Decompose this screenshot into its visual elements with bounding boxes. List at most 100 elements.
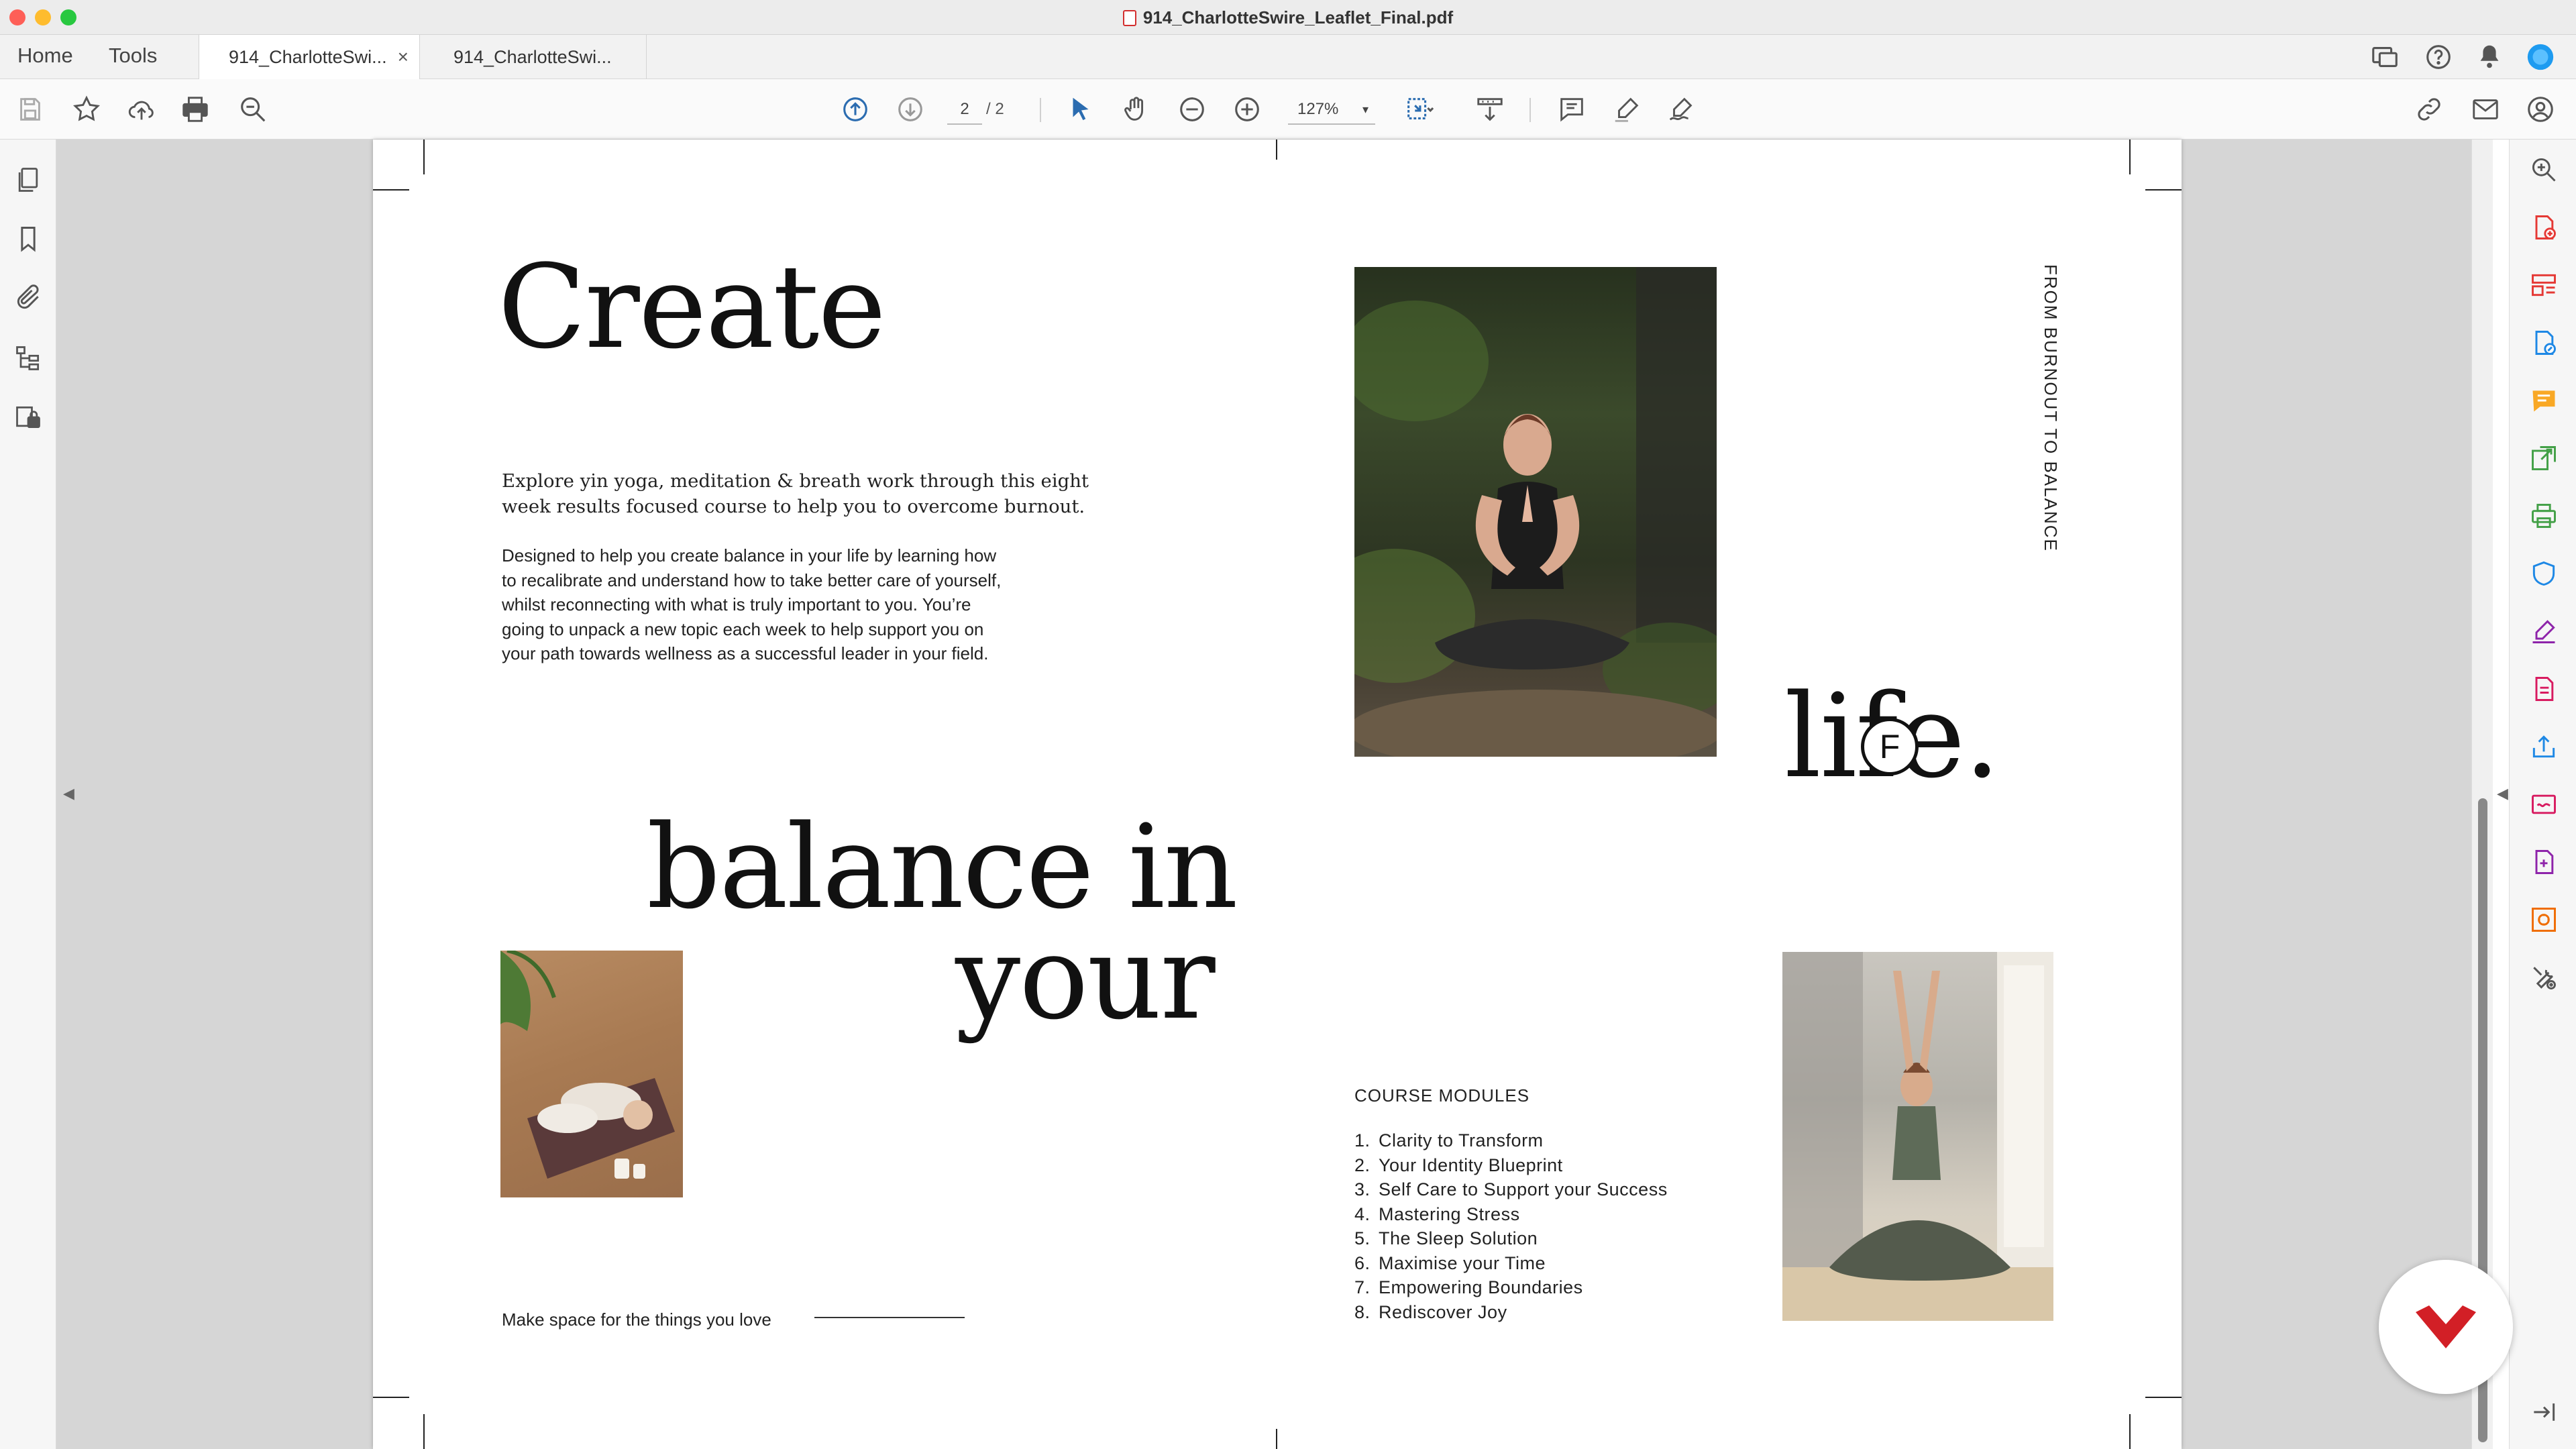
user-share-icon[interactable]	[2524, 93, 2557, 126]
body-line: your path towards wellness as a successf…	[502, 643, 989, 663]
crop-mark	[2145, 1397, 2182, 1398]
document-tab-label: 914_CharlotteSwi...	[229, 47, 387, 67]
security-lock-icon[interactable]	[12, 401, 44, 433]
fill-sign-icon[interactable]	[2527, 614, 2561, 648]
expand-panel-icon[interactable]	[2527, 1395, 2561, 1429]
notifications-bell-icon[interactable]	[2473, 40, 2506, 74]
crop-mark	[423, 1414, 425, 1449]
bookmarks-icon[interactable]	[12, 223, 44, 255]
search-zoom-icon[interactable]	[236, 93, 270, 126]
help-icon[interactable]	[2422, 40, 2455, 74]
window-title: 914_CharlotteSwire_Leaflet_Final.pdf	[0, 0, 2576, 35]
print-icon[interactable]	[178, 93, 212, 126]
collapse-left-panel-icon[interactable]: ◀	[63, 785, 74, 802]
scroll-mode-icon[interactable]	[1473, 93, 1507, 126]
floating-logo-button[interactable]	[2379, 1260, 2513, 1394]
print-production-icon[interactable]	[2527, 499, 2561, 533]
footer-rule	[814, 1317, 965, 1318]
share-link-icon[interactable]	[2412, 93, 2446, 126]
footer-tagline: Make space for the things you love	[502, 1309, 771, 1330]
layers-tree-icon[interactable]	[12, 342, 44, 374]
page-total: / 2	[986, 100, 1004, 118]
select-cursor-icon[interactable]	[1064, 93, 1097, 126]
comment-icon[interactable]	[1555, 93, 1589, 126]
page-thumbnails-icon[interactable]	[12, 164, 44, 196]
intro-paragraph: Explore yin yoga, meditation & breath wo…	[502, 468, 1106, 519]
collapse-right-panel-icon[interactable]: ◀	[2497, 785, 2508, 802]
more-tools-icon[interactable]	[2527, 961, 2561, 994]
body-line: Designed to help you create balance in y…	[502, 545, 997, 566]
left-navigation-rail	[0, 140, 56, 1449]
zoom-out-icon[interactable]	[1175, 93, 1209, 126]
organize-pages-icon[interactable]	[2527, 268, 2561, 302]
sign-icon[interactable]	[1665, 93, 1699, 126]
heading-create: Create	[498, 239, 886, 374]
tab-home[interactable]: Home	[17, 35, 73, 79]
zoom-search-icon[interactable]	[2527, 153, 2561, 186]
edit-pdf-icon[interactable]	[2527, 326, 2561, 360]
pdf-page: Create balance in your life. F Explore y…	[373, 140, 2182, 1449]
list-item: 6. Maximise your Time	[1354, 1252, 1546, 1273]
modules-list: 1. Clarity to Transform 2. Your Identity B…	[1354, 1128, 1668, 1324]
list-item: 5. The Sleep Solution	[1354, 1228, 1538, 1248]
protect-shield-icon[interactable]	[2527, 557, 2561, 590]
zoom-in-icon[interactable]	[1230, 93, 1264, 126]
pdf-file-icon	[1122, 10, 1136, 26]
heading-your: your	[955, 910, 1216, 1045]
tab-tools[interactable]: Tools	[109, 35, 157, 79]
body-line: whilst reconnecting with what is truly i…	[502, 594, 971, 614]
crop-mark	[373, 189, 409, 191]
meditation-photo	[1354, 267, 1717, 757]
previous-page-icon[interactable]	[839, 93, 872, 126]
tab-bar: Home Tools 914_CharlotteSwi... × 914_Cha…	[0, 35, 2576, 79]
list-item: 1. Clarity to Transform	[1354, 1130, 1544, 1150]
send-for-signature-icon[interactable]	[2527, 788, 2561, 821]
crop-mark	[2145, 189, 2182, 191]
body-paragraph: Designed to help you create balance in y…	[502, 543, 1132, 666]
comment-tool-icon[interactable]	[2527, 384, 2561, 417]
save-icon[interactable]	[13, 93, 47, 126]
share-upload-icon[interactable]	[2527, 730, 2561, 763]
document-tab-active[interactable]: 914_CharlotteSwi... ×	[199, 35, 420, 79]
list-item: 2. Your Identity Blueprint	[1354, 1155, 1563, 1175]
page-number-input[interactable]: 2	[947, 94, 982, 125]
document-tab[interactable]: 914_CharlotteSwi...	[420, 35, 647, 79]
body-line: to recalibrate and understand how to tak…	[502, 570, 1002, 590]
highlight-pen-icon[interactable]	[1610, 93, 1644, 126]
toolbar-divider	[1040, 98, 1041, 122]
upload-cloud-icon[interactable]	[125, 93, 158, 126]
list-item: 8. Rediscover Joy	[1354, 1301, 1507, 1322]
page-display-icon[interactable]	[1402, 93, 1436, 126]
zoom-level-value: 127%	[1297, 100, 1339, 118]
export-pdf-icon[interactable]	[2527, 441, 2561, 475]
next-page-icon[interactable]	[894, 93, 927, 126]
hand-tool-icon[interactable]	[1119, 93, 1152, 126]
modules-title: COURSE MODULES	[1354, 1085, 1530, 1106]
attachments-paperclip-icon[interactable]	[12, 282, 44, 314]
combine-files-icon[interactable]	[2527, 845, 2561, 879]
create-pdf-icon[interactable]	[2527, 211, 2561, 244]
optimize-pdf-icon[interactable]	[2527, 903, 2561, 936]
logo-f-emblem: F	[1861, 718, 1919, 775]
account-avatar[interactable]	[2524, 40, 2557, 74]
share-screen-icon[interactable]	[2368, 40, 2402, 74]
email-icon[interactable]	[2469, 93, 2502, 126]
right-tools-rail	[2509, 140, 2576, 1449]
title-bar: 914_CharlotteSwire_Leaflet_Final.pdf	[0, 0, 2576, 35]
chevron-down-icon: ▾	[1362, 103, 1368, 116]
crop-mark	[2129, 1414, 2131, 1449]
zoom-level-select[interactable]: 127% ▾	[1288, 94, 1375, 125]
stretching-photo	[1782, 952, 2053, 1321]
intro-line: Explore yin yoga, meditation & breath wo…	[502, 470, 1089, 492]
crop-mark	[423, 140, 425, 174]
list-item: 3. Self Care to Support your Success	[1354, 1179, 1668, 1199]
crop-mark	[2129, 140, 2131, 174]
childs-pose-photo	[500, 951, 683, 1197]
main-toolbar: 2 / 2 127% ▾	[0, 79, 2576, 140]
bookmark-star-icon[interactable]	[70, 93, 103, 126]
crop-mark	[373, 1397, 409, 1398]
list-item: 7. Empowering Boundaries	[1354, 1277, 1583, 1297]
prepare-form-icon[interactable]	[2527, 672, 2561, 706]
close-tab-icon[interactable]: ×	[398, 35, 409, 79]
vertical-tagline: FROM BURNOUT TO BALANCE	[2041, 264, 2061, 552]
